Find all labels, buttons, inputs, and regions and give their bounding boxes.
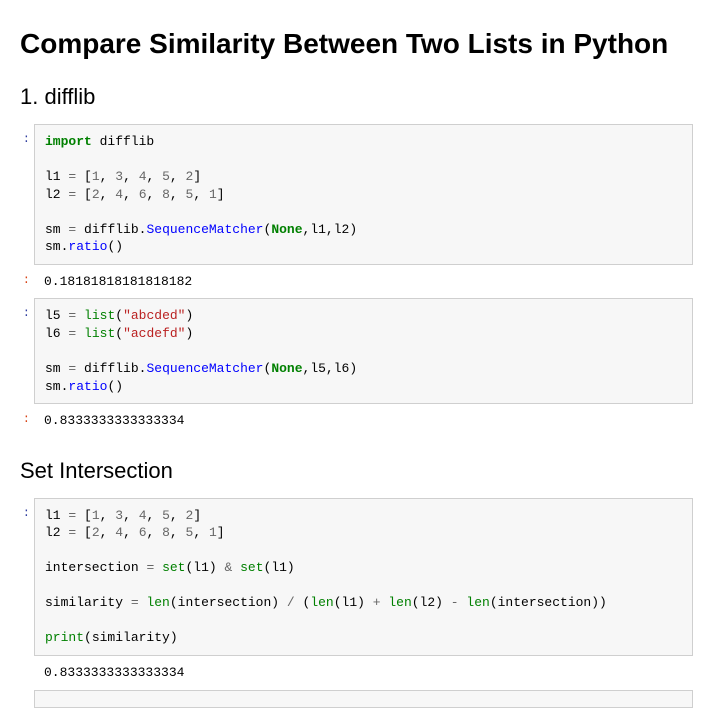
op-eq: =	[68, 222, 76, 237]
keyword-import: import	[45, 134, 92, 149]
var: l5	[45, 308, 61, 323]
code-input[interactable]: import difflib l1 = [1, 3, 4, 5, 2] l2 =…	[34, 124, 693, 265]
num: 6	[139, 187, 147, 202]
var: intersection	[45, 560, 139, 575]
method-name: ratio	[68, 379, 107, 394]
num: 4	[115, 525, 123, 540]
code-cell: : l5 = list("abcded") l6 = list("acdefd"…	[20, 298, 693, 404]
code-cell: : import difflib l1 = [1, 3, 4, 5, 2] l2…	[20, 124, 693, 265]
num: 8	[162, 525, 170, 540]
num: 6	[139, 525, 147, 540]
output-text: 0.8333333333333334	[34, 404, 693, 438]
code-input-empty[interactable]	[34, 690, 693, 708]
builtin-print: print	[45, 630, 84, 645]
var: sm	[45, 222, 61, 237]
num: 5	[162, 508, 170, 523]
op-minus: -	[451, 595, 459, 610]
prompt-empty	[20, 690, 34, 708]
output-cell: : 0.18181818181818182	[20, 265, 693, 299]
num: 4	[139, 169, 147, 184]
op-eq: =	[131, 595, 139, 610]
var: sm	[45, 379, 61, 394]
builtin-list: list	[84, 326, 115, 341]
var: l2	[45, 187, 61, 202]
prompt-in: :	[20, 124, 34, 265]
none-literal: None	[271, 222, 302, 237]
builtin-len: len	[146, 595, 169, 610]
num: 3	[115, 508, 123, 523]
op-eq: =	[68, 187, 76, 202]
page-title: Compare Similarity Between Two Lists in …	[20, 28, 693, 60]
none-literal: None	[271, 361, 302, 376]
op-eq: =	[146, 560, 154, 575]
num: 2	[186, 169, 194, 184]
num: 8	[162, 187, 170, 202]
builtin-list: list	[84, 308, 115, 323]
module-name: difflib	[100, 134, 155, 149]
op-plus: +	[373, 595, 381, 610]
num: 5	[186, 525, 194, 540]
var: l6	[45, 326, 61, 341]
var: sm	[45, 361, 61, 376]
section-heading-set: Set Intersection	[20, 458, 693, 484]
var: similarity	[45, 595, 123, 610]
builtin-len: len	[388, 595, 411, 610]
var: l1	[45, 169, 61, 184]
op-eq: =	[68, 525, 76, 540]
class-name: SequenceMatcher	[146, 222, 263, 237]
prompt-in: :	[20, 298, 34, 404]
code-cell	[20, 690, 693, 708]
num: 2	[92, 187, 100, 202]
op-amp: &	[224, 560, 232, 575]
code-input[interactable]: l1 = [1, 3, 4, 5, 2] l2 = [2, 4, 6, 8, 5…	[34, 498, 693, 656]
builtin-len: len	[310, 595, 333, 610]
var: sm	[45, 239, 61, 254]
num: 2	[186, 508, 194, 523]
prompt-out: :	[20, 404, 34, 438]
num: 1	[92, 508, 100, 523]
op-eq: =	[68, 326, 76, 341]
section-heading-difflib: 1. difflib	[20, 84, 693, 110]
output-text: 0.8333333333333334	[34, 656, 693, 690]
num: 2	[92, 525, 100, 540]
num: 1	[92, 169, 100, 184]
num: 4	[139, 508, 147, 523]
prompt-in: :	[20, 498, 34, 656]
num: 1	[209, 187, 217, 202]
var: l1	[45, 508, 61, 523]
num: 5	[186, 187, 194, 202]
prompt-out: :	[20, 265, 34, 299]
output-cell: : 0.8333333333333334	[20, 404, 693, 438]
num: 1	[209, 525, 217, 540]
code-cell: : l1 = [1, 3, 4, 5, 2] l2 = [2, 4, 6, 8,…	[20, 498, 693, 656]
op-eq: =	[68, 169, 76, 184]
class-name: SequenceMatcher	[146, 361, 263, 376]
op-slash: /	[287, 595, 295, 610]
string-literal: "acdefd"	[123, 326, 185, 341]
num: 5	[162, 169, 170, 184]
prompt-empty	[20, 656, 34, 690]
var: l2	[45, 525, 61, 540]
module-ref: difflib	[84, 222, 139, 237]
string-literal: "abcded"	[123, 308, 185, 323]
builtin-set: set	[162, 560, 185, 575]
method-name: ratio	[68, 239, 107, 254]
builtin-set: set	[240, 560, 263, 575]
num: 3	[115, 169, 123, 184]
output-text: 0.18181818181818182	[34, 265, 693, 299]
num: 4	[115, 187, 123, 202]
code-input[interactable]: l5 = list("abcded") l6 = list("acdefd") …	[34, 298, 693, 404]
module-ref: difflib	[84, 361, 139, 376]
op-eq: =	[68, 361, 76, 376]
output-cell: 0.8333333333333334	[20, 656, 693, 690]
op-eq: =	[68, 308, 76, 323]
op-eq: =	[68, 508, 76, 523]
builtin-len: len	[466, 595, 489, 610]
